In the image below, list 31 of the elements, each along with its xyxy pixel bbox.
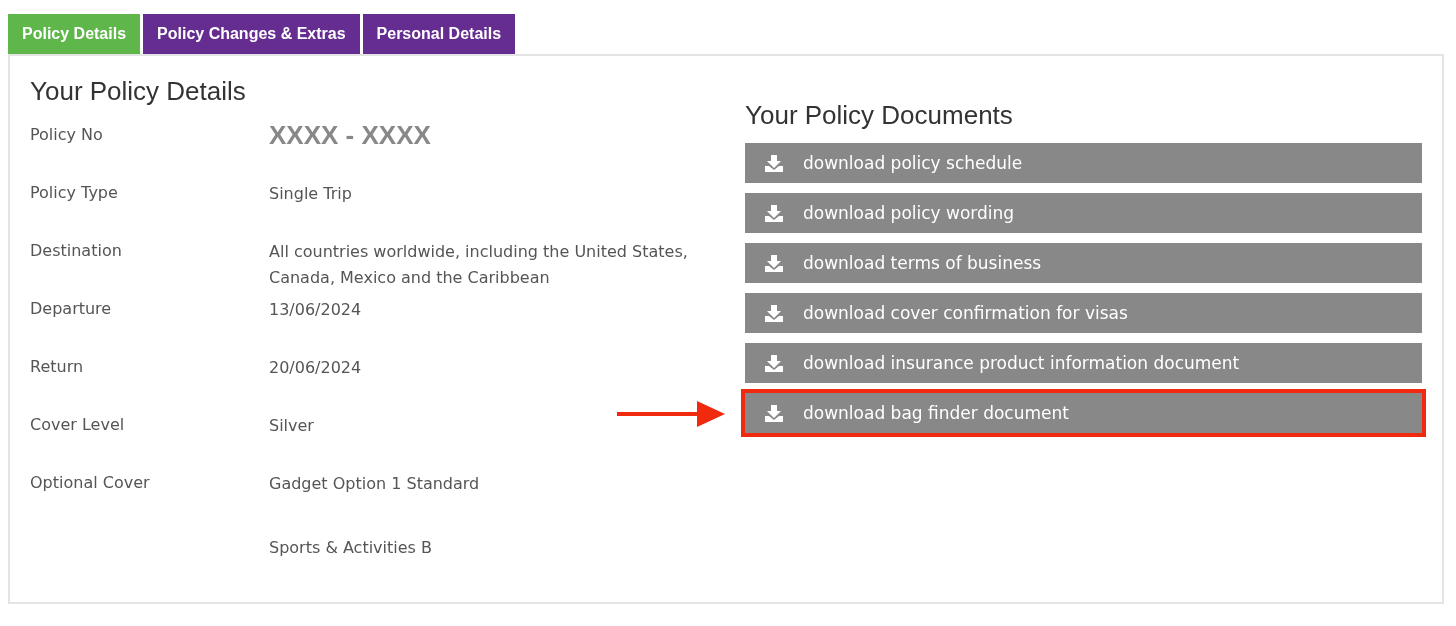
field-value: Single Trip [269, 183, 353, 205]
field-label: Policy No [30, 124, 104, 146]
section-title: Your Policy Details [30, 76, 247, 107]
download-icon [765, 404, 783, 422]
tab[interactable]: Policy Details [8, 14, 141, 54]
field-value: Gadget Option 1 Standard [269, 473, 481, 495]
field-value: 20/06/2024 [269, 357, 363, 379]
policy-number: XXXX - XXXX [269, 123, 432, 147]
field-value: All countries worldwide, including the United States, Canada, Mexico and the Caribbean [269, 241, 689, 289]
field-value: 13/06/2024 [269, 299, 363, 321]
download-button[interactable]: download cover confirmation for visas [745, 293, 1422, 333]
field-label: Destination [30, 240, 123, 262]
field-label: Departure [30, 298, 113, 320]
download-button[interactable]: download policy schedule [745, 143, 1422, 183]
field-label: Policy Type [30, 182, 119, 204]
download-icon [765, 254, 783, 272]
download-button[interactable]: download policy wording [745, 193, 1422, 233]
download-icon [765, 204, 783, 222]
section-title: Your Policy Documents [745, 100, 1014, 131]
field-label: Optional Cover [30, 472, 151, 494]
tab[interactable]: Personal Details [362, 14, 516, 54]
download-button[interactable]: download insurance product information document [745, 343, 1422, 383]
download-icon [765, 304, 783, 322]
download-button[interactable]: download terms of business [745, 243, 1422, 283]
field-label: Cover Level [30, 414, 126, 436]
tab[interactable]: Policy Changes & Extras [143, 14, 360, 54]
download-icon [765, 154, 783, 172]
field-label: Return [30, 356, 85, 378]
field-value: Sports & Activities B [269, 537, 433, 559]
field-value: Silver [269, 415, 315, 437]
download-icon [765, 354, 783, 372]
